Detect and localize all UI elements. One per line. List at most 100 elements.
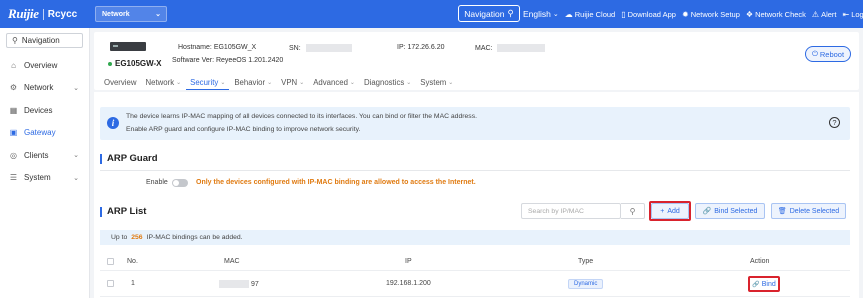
navigation-button-label: Navigation xyxy=(464,8,505,19)
software-label: Software Ver: xyxy=(172,57,215,64)
device-model: EG105GW-X xyxy=(108,59,162,68)
add-button-highlight xyxy=(649,201,691,221)
capacity-suffix: IP-MAC bindings can be added. xyxy=(146,234,243,241)
chevron-down-icon: ⌄ xyxy=(349,79,355,86)
hostname-value: EG105GW_X xyxy=(213,44,257,51)
tab-overview[interactable]: Overview xyxy=(104,74,137,90)
tab-diagnostics[interactable]: Diagnostics ⌄ xyxy=(364,74,411,90)
navigation-button[interactable]: Navigation ⚲ xyxy=(458,5,520,22)
mac-suffix: 97 xyxy=(250,280,259,288)
tab-label: Security xyxy=(190,77,219,87)
sidebar-item-system[interactable]: ☰ System ⌄ xyxy=(0,167,89,190)
sidebar-item-network[interactable]: ⚙ Network ⌄ xyxy=(0,77,89,100)
bind-selected-label: Bind Selected xyxy=(714,207,758,215)
logout-label: Log Out xyxy=(851,9,863,19)
sidebar-item-label: Devices xyxy=(24,105,53,115)
trash-icon: 🗑 xyxy=(777,208,787,215)
table-row-divider xyxy=(100,296,850,297)
network-select-value: Network xyxy=(102,10,130,18)
tab-network[interactable]: Network ⌄ xyxy=(146,74,182,90)
tab-label: Overview xyxy=(104,77,137,87)
arp-guard-title: ARP Guard xyxy=(100,154,158,164)
tab-label: Advanced xyxy=(313,77,348,87)
mac-redacted xyxy=(497,44,546,52)
column-header-no: No. xyxy=(127,258,138,265)
sidebar-item-clients[interactable]: ◎ Clients ⌄ xyxy=(0,144,89,167)
bind-button-highlight xyxy=(748,276,780,292)
bell-icon: ⚠ xyxy=(811,9,820,19)
row-checkbox[interactable] xyxy=(107,280,114,287)
network-setup-label: Network Setup xyxy=(690,9,740,19)
network-check-label: Network Check xyxy=(755,9,806,19)
sidebar-item-label: Network xyxy=(24,83,54,93)
row-mac: 97 xyxy=(219,280,259,288)
select-all-checkbox[interactable] xyxy=(107,258,114,265)
network-check-link[interactable]: ❖ Network Check xyxy=(746,10,806,19)
info-banner: i The device learns IP-MAC mapping of al… xyxy=(100,107,850,140)
bind-selected-button[interactable]: 🔗 Bind Selected xyxy=(695,203,765,219)
delete-selected-button[interactable]: 🗑 Delete Selected xyxy=(771,203,846,219)
help-icon[interactable]: ? xyxy=(829,117,840,128)
network-icon: ⚙ xyxy=(9,83,18,93)
ip-value: 172.26.6.20 xyxy=(407,44,445,51)
sliders-icon: ☰ xyxy=(9,173,18,183)
alert-link[interactable]: ⚠ Alert xyxy=(812,10,837,19)
device-ip: IP: 172.26.6.20 xyxy=(397,44,445,51)
capacity-note: Up to 256 IP-MAC bindings can be added. xyxy=(100,230,850,245)
column-header-type: Type xyxy=(578,258,594,265)
row-ip: 192.168.1.200 xyxy=(386,280,431,287)
arp-list-title: ARP List xyxy=(100,207,146,217)
chevron-down-icon: ⌄ xyxy=(406,79,412,86)
device-hostname: Hostname: EG105GW_X xyxy=(178,44,256,51)
link-icon: 🔗 xyxy=(702,208,712,215)
logo-ruijie: Ruijie xyxy=(8,6,39,21)
devices-icon: ▦ xyxy=(9,105,18,115)
brand-logo[interactable]: Ruijie Rcycc xyxy=(8,6,88,22)
device-image xyxy=(110,42,146,51)
mac-label: MAC: xyxy=(475,44,493,52)
sidebar-item-gateway[interactable]: ▣ Gateway xyxy=(0,122,89,145)
sidebar-navigation-search[interactable]: ⚲ Navigation xyxy=(6,33,83,48)
sidebar-item-overview[interactable]: ⌂ Overview xyxy=(0,54,89,77)
sidebar-item-label: Overview xyxy=(24,60,58,70)
chevron-down-icon: ⌄ xyxy=(220,79,226,86)
mac-redacted xyxy=(219,280,249,288)
ip-label: IP: xyxy=(397,44,406,51)
chevron-down-icon: ⌄ xyxy=(552,11,559,18)
tab-label: VPN xyxy=(281,77,298,87)
chevron-down-icon: ⌄ xyxy=(448,79,454,86)
home-icon: ⌂ xyxy=(11,60,16,70)
sidebar-item-devices[interactable]: ▦ Devices xyxy=(0,99,89,122)
network-select[interactable]: Network ⌄ xyxy=(95,6,167,22)
download-app-label: Download App xyxy=(627,9,676,19)
phone-icon: ▯ xyxy=(621,9,626,19)
software-value: ReyeeOS 1.201.2420 xyxy=(215,57,284,64)
capacity-prefix: Up to xyxy=(111,234,128,241)
arp-search-button[interactable]: ⚲ xyxy=(621,203,645,219)
arp-guard-toggle[interactable] xyxy=(172,179,188,187)
chevron-down-icon: ⌄ xyxy=(299,79,305,86)
language-select[interactable]: English ⌄ xyxy=(523,9,559,19)
ruijie-cloud-link[interactable]: ☁ Ruijie Cloud xyxy=(565,10,615,19)
tab-label: Diagnostics xyxy=(363,77,405,87)
logout-icon: ⇤ xyxy=(842,9,850,19)
chevron-down-icon: ⌄ xyxy=(73,174,79,182)
tab-vpn[interactable]: VPN ⌄ xyxy=(281,74,304,90)
network-setup-link[interactable]: ✹ Network Setup xyxy=(682,10,740,19)
logout-link[interactable]: ⇤ Log Out xyxy=(843,10,863,19)
sidebar: ⚲ Navigation ⌂ Overview ⚙ Network ⌄ ▦ De… xyxy=(0,28,90,298)
reboot-button[interactable]: ⏻ Reboot xyxy=(805,46,851,62)
tab-advanced[interactable]: Advanced ⌄ xyxy=(313,74,355,90)
tab-label: Behavior xyxy=(234,77,266,87)
arp-search-input[interactable]: Search by IP/MAC xyxy=(521,203,621,219)
download-app-link[interactable]: ▯ Download App xyxy=(621,10,676,19)
clients-icon: ◎ xyxy=(10,150,17,160)
reboot-icon: ⏻ xyxy=(811,49,818,58)
check-icon: ❖ xyxy=(745,9,754,19)
tab-security[interactable]: Security ⌄ xyxy=(186,74,230,90)
tab-behavior[interactable]: Behavior ⌄ xyxy=(234,74,272,90)
info-icon: i xyxy=(107,117,119,129)
capacity-number: 256 xyxy=(131,234,143,241)
alert-label: Alert xyxy=(821,9,837,19)
tab-system[interactable]: System ⌄ xyxy=(420,74,453,90)
